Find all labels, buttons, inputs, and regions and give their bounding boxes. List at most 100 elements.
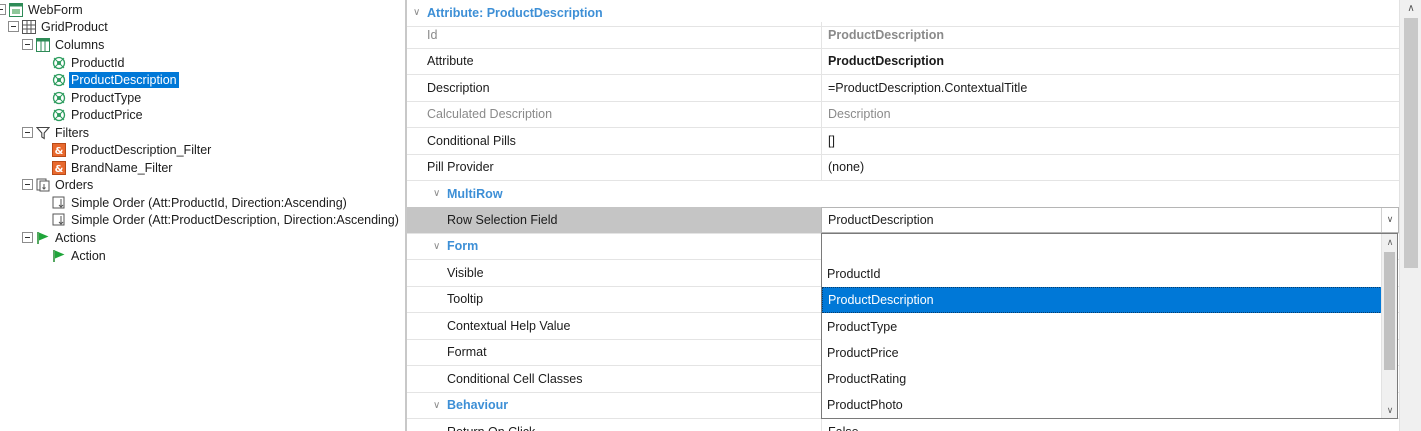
property-value[interactable]: [] bbox=[821, 128, 1399, 154]
dropdown-option[interactable]: ProductPrice bbox=[822, 340, 1382, 366]
property-row-attribute[interactable]: Attribute ProductDescription bbox=[407, 48, 1399, 75]
chevron-down-icon[interactable]: ∨ bbox=[433, 241, 447, 252]
order-icon bbox=[52, 213, 66, 227]
window-scrollbar[interactable]: ∧ bbox=[1399, 0, 1421, 431]
dropdown-option[interactable]: ProductPhoto bbox=[822, 392, 1382, 418]
tree-node-column-productdescription[interactable]: ProductDescription bbox=[52, 71, 179, 88]
scrollbar-thumb[interactable] bbox=[1384, 252, 1395, 370]
chevron-down-icon[interactable]: ∨ bbox=[1381, 208, 1398, 232]
collapse-toggle-icon[interactable] bbox=[22, 127, 33, 138]
orders-icon bbox=[36, 178, 50, 192]
tree-label: ProductDescription bbox=[69, 71, 179, 88]
property-name: Conditional Pills bbox=[427, 133, 516, 148]
tree-node-columns[interactable]: Columns bbox=[22, 36, 106, 53]
dropdown-option[interactable]: ProductType bbox=[822, 314, 1382, 340]
attribute-icon bbox=[52, 91, 66, 105]
tree-node-actions[interactable]: Actions bbox=[22, 229, 98, 246]
dropdown-option[interactable]: ProductId bbox=[822, 261, 1382, 287]
property-row-calculated-description[interactable]: Calculated Description Description bbox=[407, 101, 1399, 128]
tree-node-column-productprice[interactable]: ProductPrice bbox=[52, 106, 145, 123]
collapse-toggle-icon[interactable] bbox=[22, 39, 33, 50]
tree-node-column-producttype[interactable]: ProductType bbox=[52, 89, 143, 106]
property-name: Description bbox=[427, 80, 490, 95]
category-title: Form bbox=[447, 239, 479, 254]
tree-label: Actions bbox=[55, 230, 96, 245]
category-title: Attribute: ProductDescription bbox=[427, 5, 603, 20]
property-name: Contextual Help Value bbox=[447, 318, 571, 333]
property-value: Description bbox=[821, 101, 1399, 127]
svg-text:&: & bbox=[55, 146, 64, 157]
tree-node-order-2[interactable]: Simple Order (Att:ProductDescription, Di… bbox=[52, 211, 401, 228]
property-name: Tooltip bbox=[447, 292, 484, 307]
property-name: Pill Provider bbox=[427, 160, 494, 175]
property-name: Attribute bbox=[427, 54, 474, 69]
svg-text:&: & bbox=[55, 164, 64, 175]
scroll-up-icon[interactable]: ∧ bbox=[1400, 0, 1421, 16]
property-value[interactable]: ProductDescription bbox=[821, 48, 1399, 74]
row-selection-dropdown[interactable]: ProductId ProductDescription ProductType… bbox=[821, 233, 1398, 419]
property-name: Calculated Description bbox=[427, 107, 553, 122]
dropdown-option[interactable]: ProductRating bbox=[822, 366, 1382, 392]
property-row-return-on-click[interactable]: Return On Click False bbox=[407, 419, 1399, 431]
property-value: ProductDescription bbox=[821, 22, 1399, 48]
chevron-down-icon[interactable]: ∨ bbox=[433, 400, 447, 411]
property-name: Id bbox=[427, 27, 438, 42]
flag-icon bbox=[52, 249, 66, 263]
category-multirow[interactable]: ∨ MultiRow bbox=[407, 181, 1399, 208]
dropdown-option-selected[interactable]: ProductDescription bbox=[822, 287, 1382, 313]
property-row-pill-provider[interactable]: Pill Provider (none) bbox=[407, 154, 1399, 181]
row-selection-field-select[interactable]: ProductDescription ∨ bbox=[821, 207, 1399, 233]
tree-node-gridproduct[interactable]: GridProduct bbox=[8, 18, 110, 35]
structure-tree: WebForm GridProduct Columns ProductId Pr… bbox=[0, 0, 405, 431]
collapse-toggle-icon[interactable] bbox=[22, 179, 33, 190]
category-title: Behaviour bbox=[447, 398, 509, 413]
property-name: Conditional Cell Classes bbox=[447, 371, 583, 386]
property-row-row-selection-field[interactable]: Row Selection Field ProductDescription ∨ bbox=[407, 207, 1399, 234]
tree-label: Columns bbox=[55, 37, 105, 52]
tree-node-order-1[interactable]: Simple Order (Att:ProductId, Direction:A… bbox=[52, 194, 349, 211]
property-value[interactable]: =ProductDescription.ContextualTitle bbox=[821, 75, 1399, 101]
attribute-icon bbox=[52, 73, 66, 87]
property-row-description[interactable]: Description =ProductDescription.Contextu… bbox=[407, 75, 1399, 102]
attribute-icon bbox=[52, 56, 66, 70]
property-row-id[interactable]: Id ProductDescription bbox=[407, 22, 1399, 49]
tree-node-webform[interactable]: WebForm bbox=[0, 1, 85, 18]
tree-label: Simple Order (Att:ProductId, Direction:A… bbox=[71, 195, 347, 210]
tree-label: BrandName_Filter bbox=[71, 160, 173, 175]
tree-node-filters[interactable]: Filters bbox=[22, 124, 91, 141]
tree-label: Simple Order (Att:ProductDescription, Di… bbox=[71, 212, 399, 227]
columns-icon bbox=[36, 37, 50, 52]
tree-label: Action bbox=[71, 248, 106, 263]
select-value: ProductDescription bbox=[828, 212, 934, 227]
property-value[interactable]: (none) bbox=[821, 154, 1399, 180]
flag-icon bbox=[36, 231, 50, 245]
collapse-toggle-icon[interactable] bbox=[8, 21, 19, 32]
grid-icon bbox=[22, 19, 36, 34]
tree-node-filter-brandname[interactable]: & BrandName_Filter bbox=[52, 159, 174, 176]
tree-label: Orders bbox=[55, 177, 94, 192]
dropdown-option-empty[interactable] bbox=[822, 235, 1382, 261]
scroll-down-icon[interactable]: ∨ bbox=[1382, 402, 1398, 418]
chevron-down-icon[interactable]: ∨ bbox=[413, 7, 427, 18]
tree-node-filter-productdescription[interactable]: & ProductDescription_Filter bbox=[52, 141, 213, 158]
tree-label: ProductDescription_Filter bbox=[71, 142, 212, 157]
collapse-toggle-icon[interactable] bbox=[0, 4, 6, 15]
property-row-conditional-pills[interactable]: Conditional Pills [] bbox=[407, 128, 1399, 155]
tree-label: WebForm bbox=[28, 2, 83, 17]
order-icon bbox=[52, 196, 66, 210]
variable-icon: & bbox=[52, 160, 66, 175]
property-value[interactable]: False bbox=[821, 419, 1399, 431]
filter-icon bbox=[36, 126, 50, 140]
chevron-down-icon[interactable]: ∨ bbox=[433, 188, 447, 199]
dropdown-scrollbar[interactable]: ∧ ∨ bbox=[1381, 234, 1397, 418]
tree-node-action[interactable]: Action bbox=[52, 247, 108, 264]
tree-label: Filters bbox=[55, 125, 90, 140]
tree-node-column-productid[interactable]: ProductId bbox=[52, 54, 127, 71]
scroll-up-icon[interactable]: ∧ bbox=[1382, 234, 1398, 250]
variable-icon: & bbox=[52, 142, 66, 157]
collapse-toggle-icon[interactable] bbox=[22, 232, 33, 243]
tree-node-orders[interactable]: Orders bbox=[22, 176, 95, 193]
scrollbar-thumb[interactable] bbox=[1404, 18, 1418, 268]
property-name: Return On Click bbox=[407, 419, 821, 431]
property-name: Visible bbox=[447, 265, 484, 280]
